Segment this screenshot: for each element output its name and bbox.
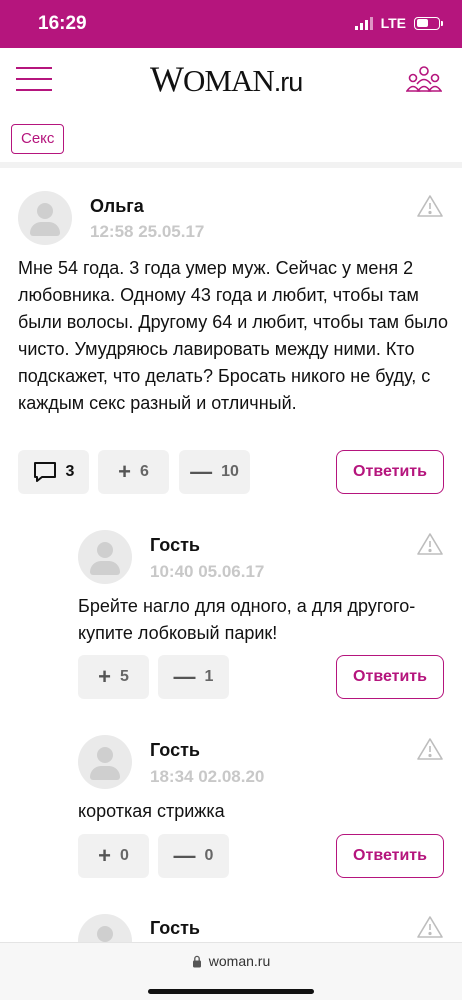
tag-sex[interactable]: Секс <box>11 124 65 154</box>
logo-domain: .ru <box>273 67 303 97</box>
report-icon[interactable] <box>417 194 443 218</box>
comment-text: короткая стрижка <box>78 801 225 821</box>
dislike-button[interactable]: — 1 <box>158 655 229 699</box>
minus-icon: — <box>173 664 196 689</box>
comment-author[interactable]: Гость <box>150 740 200 761</box>
report-icon[interactable] <box>417 532 443 556</box>
dislike-count: 1 <box>204 668 214 685</box>
dislike-count: 0 <box>204 847 214 864</box>
network-type: LTE <box>380 15 406 31</box>
dislike-count: 10 <box>221 463 239 480</box>
comment-text: Брейте нагло для одного, а для другого- … <box>78 596 416 643</box>
comment-reply: Гость 18:34 02.08.20 короткая стрижка + … <box>0 720 462 890</box>
comment-author[interactable]: Гость <box>150 918 200 939</box>
replies-count: 3 <box>65 463 75 480</box>
like-count: 5 <box>119 668 129 685</box>
comment-bubble-icon <box>33 462 56 482</box>
report-icon[interactable] <box>417 737 443 761</box>
dislike-button[interactable]: — 10 <box>179 450 250 494</box>
logo-letter-w: W <box>150 59 184 99</box>
avatar[interactable] <box>78 914 132 942</box>
signal-icon <box>354 16 373 30</box>
comment-author[interactable]: Ольга <box>90 196 144 217</box>
comment-author[interactable]: Гость <box>150 535 200 556</box>
comment-date: 12:58 25.05.17 <box>90 222 205 241</box>
plus-icon: + <box>118 459 131 484</box>
battery-icon <box>414 16 443 30</box>
browser-bar: woman.ru <box>0 942 462 1000</box>
reply-button[interactable]: Ответить <box>336 834 444 878</box>
minus-icon: — <box>173 843 196 868</box>
report-icon[interactable] <box>417 915 443 939</box>
minus-icon: — <box>190 459 213 484</box>
comment-date: 10:40 05.06.17 <box>150 562 265 581</box>
comment: Ольга 12:58 25.05.17 Мне 54 года. 3 года… <box>0 174 462 504</box>
avatar[interactable] <box>18 191 72 245</box>
address-bar[interactable]: woman.ru <box>0 953 462 969</box>
lock-icon <box>192 955 201 967</box>
like-button[interactable]: + 0 <box>78 834 149 878</box>
avatar[interactable] <box>78 530 132 584</box>
site-logo[interactable]: WOMAN.ru <box>150 58 303 100</box>
comment-reply: Гость 10:40 05.06.17 Брейте нагло для од… <box>0 515 462 715</box>
comment-reply: Гость <box>0 900 462 942</box>
dislike-button[interactable]: — 0 <box>158 834 229 878</box>
replies-count-button[interactable]: 3 <box>18 450 89 494</box>
like-button[interactable]: + 6 <box>98 450 169 494</box>
status-time: 16:29 <box>38 13 87 34</box>
tag-bar: Секс <box>0 110 462 168</box>
logo-text: OMAN <box>182 63 275 98</box>
comment-text: Мне 54 года. 3 года умер муж. Сейчас у м… <box>18 258 448 413</box>
reply-button[interactable]: Ответить <box>336 655 444 699</box>
url-text: woman.ru <box>208 953 271 969</box>
plus-icon: + <box>98 664 111 689</box>
home-indicator[interactable] <box>148 989 314 994</box>
like-button[interactable]: + 5 <box>78 655 149 699</box>
reply-button[interactable]: Ответить <box>336 450 444 494</box>
status-indicators: LTE <box>354 15 443 31</box>
users-icon[interactable] <box>406 64 442 94</box>
like-count: 6 <box>139 463 149 480</box>
avatar[interactable] <box>78 735 132 789</box>
battery-level <box>416 19 429 27</box>
like-count: 0 <box>119 847 129 864</box>
hamburger-icon[interactable] <box>16 67 52 91</box>
comment-date: 18:34 02.08.20 <box>150 767 265 786</box>
status-bar: 16:29 LTE <box>0 0 462 48</box>
plus-icon: + <box>98 843 111 868</box>
site-header: WOMAN.ru <box>0 48 462 110</box>
